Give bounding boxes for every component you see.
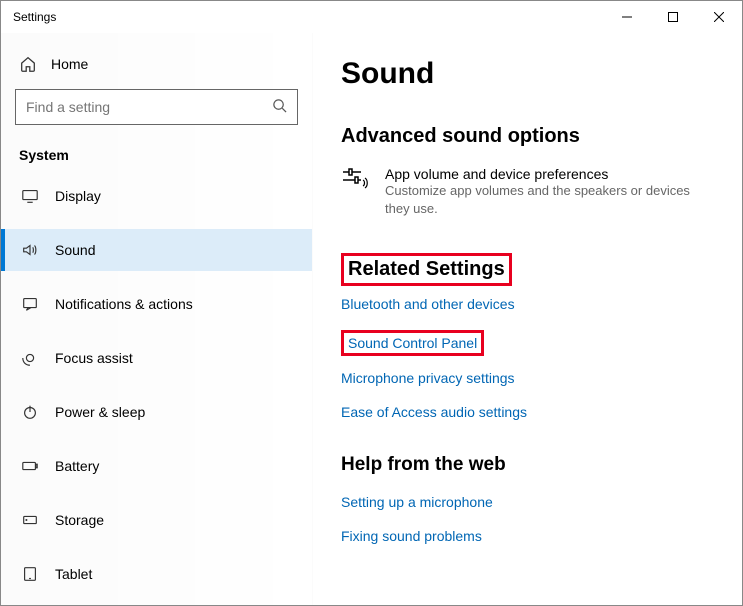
sidebar-item-label: Notifications & actions bbox=[55, 296, 193, 312]
sidebar-item-label: Tablet bbox=[55, 566, 92, 582]
sound-icon bbox=[21, 241, 39, 259]
search-icon bbox=[272, 98, 287, 116]
link-ease-of-access-audio[interactable]: Ease of Access audio settings bbox=[341, 404, 527, 420]
sidebar: Home System Display Sound Notifications … bbox=[1, 33, 313, 605]
related-heading: Related Settings bbox=[348, 258, 505, 281]
sidebar-item-display[interactable]: Display bbox=[1, 175, 312, 217]
link-microphone-privacy[interactable]: Microphone privacy settings bbox=[341, 370, 515, 386]
minimize-button[interactable] bbox=[604, 1, 650, 33]
sidebar-item-notifications[interactable]: Notifications & actions bbox=[1, 283, 312, 325]
storage-icon bbox=[21, 511, 39, 529]
advanced-item-title: App volume and device preferences bbox=[385, 166, 714, 182]
highlight-sound-control-panel: Sound Control Panel bbox=[341, 330, 484, 356]
link-setup-microphone[interactable]: Setting up a microphone bbox=[341, 494, 493, 510]
highlight-related-heading: Related Settings bbox=[341, 253, 512, 286]
titlebar: Settings bbox=[1, 1, 742, 33]
sidebar-item-label: Sound bbox=[55, 242, 95, 258]
main-content: Sound Advanced sound options App volume … bbox=[313, 33, 742, 605]
close-button[interactable] bbox=[696, 1, 742, 33]
link-fixing-sound-problems[interactable]: Fixing sound problems bbox=[341, 528, 482, 544]
link-sound-control-panel[interactable]: Sound Control Panel bbox=[348, 335, 477, 351]
sidebar-item-label: Battery bbox=[55, 458, 99, 474]
help-heading: Help from the web bbox=[341, 454, 714, 476]
power-icon bbox=[21, 403, 39, 421]
sidebar-item-label: Storage bbox=[55, 512, 104, 528]
page-title: Sound bbox=[341, 57, 714, 91]
home-icon bbox=[19, 55, 37, 73]
sidebar-item-battery[interactable]: Battery bbox=[1, 445, 312, 487]
sliders-icon bbox=[341, 166, 369, 190]
maximize-button[interactable] bbox=[650, 1, 696, 33]
sidebar-item-storage[interactable]: Storage bbox=[1, 499, 312, 541]
advanced-item-desc: Customize app volumes and the speakers o… bbox=[385, 182, 714, 217]
advanced-heading: Advanced sound options bbox=[341, 125, 714, 148]
battery-icon bbox=[21, 457, 39, 475]
link-bluetooth-devices[interactable]: Bluetooth and other devices bbox=[341, 296, 515, 312]
search-box[interactable] bbox=[15, 89, 298, 125]
minimize-icon bbox=[622, 12, 632, 22]
notifications-icon bbox=[21, 295, 39, 313]
window-title: Settings bbox=[13, 10, 56, 24]
sidebar-section-label: System bbox=[1, 143, 312, 175]
sidebar-item-focus-assist[interactable]: Focus assist bbox=[1, 337, 312, 379]
maximize-icon bbox=[668, 12, 678, 22]
sidebar-item-power-sleep[interactable]: Power & sleep bbox=[1, 391, 312, 433]
sidebar-item-label: Display bbox=[55, 188, 101, 204]
sidebar-item-home[interactable]: Home bbox=[1, 45, 312, 83]
sidebar-item-sound[interactable]: Sound bbox=[1, 229, 312, 271]
sidebar-item-tablet[interactable]: Tablet bbox=[1, 553, 312, 595]
close-icon bbox=[714, 12, 724, 22]
display-icon bbox=[21, 187, 39, 205]
tablet-icon bbox=[21, 565, 39, 583]
home-label: Home bbox=[51, 56, 88, 72]
sidebar-item-label: Focus assist bbox=[55, 350, 133, 366]
search-input[interactable] bbox=[26, 99, 272, 115]
advanced-item[interactable]: App volume and device preferences Custom… bbox=[341, 166, 714, 217]
sidebar-item-label: Power & sleep bbox=[55, 404, 145, 420]
focus-icon bbox=[21, 349, 39, 367]
